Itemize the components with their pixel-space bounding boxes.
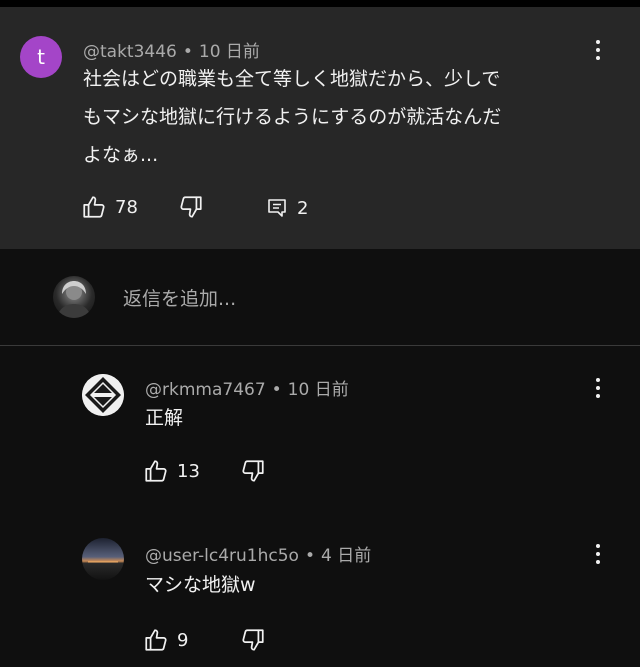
- thumbs-up-icon: [83, 196, 105, 218]
- more-options-icon[interactable]: [586, 542, 610, 566]
- author-handle[interactable]: @takt3446: [83, 42, 177, 62]
- comment-icon: [268, 199, 286, 217]
- reply-author-handle[interactable]: @user-lc4ru1hc5o: [145, 546, 299, 566]
- separator-dot: •: [182, 42, 193, 62]
- thumbs-up-icon: [145, 460, 167, 482]
- separator-dot: •: [271, 380, 282, 400]
- reply-like-count: 9: [177, 629, 189, 651]
- thumbs-up-icon: [145, 629, 167, 651]
- add-reply-row: [0, 249, 640, 346]
- reply-author-avatar[interactable]: [82, 538, 124, 580]
- user-avatar: [53, 276, 95, 318]
- reply-like-button[interactable]: 9: [143, 627, 188, 653]
- reply-header: @user-lc4ru1hc5o • 4 日前: [145, 541, 371, 566]
- reply-dislike-button[interactable]: [240, 627, 266, 653]
- reply-timestamp: 10 日前: [287, 380, 349, 400]
- reply-input[interactable]: 返信を追加...: [123, 284, 236, 311]
- more-options-icon[interactable]: [586, 376, 610, 400]
- reply-header: @rkmma7467 • 10 日前: [145, 375, 349, 400]
- sunset-avatar-image: [82, 538, 124, 580]
- user-avatar-image: [57, 281, 91, 318]
- thumbs-down-icon: [242, 460, 264, 482]
- timestamp: 10 日前: [198, 42, 260, 62]
- reply-like-button[interactable]: 13: [143, 458, 200, 484]
- more-options-icon[interactable]: [586, 38, 610, 62]
- logo-avatar-icon: [82, 374, 124, 416]
- reply-author-avatar[interactable]: [82, 374, 124, 416]
- reply-button[interactable]: 2: [265, 196, 308, 220]
- reply-like-count: 13: [177, 460, 200, 482]
- thumbs-down-icon: [242, 629, 264, 651]
- comment-line: もマシな地獄に行けるようにするのが就活なんだ: [83, 106, 502, 128]
- like-button[interactable]: 78: [81, 194, 138, 220]
- reply-count: 2: [297, 197, 309, 219]
- divider: [0, 345, 640, 346]
- comment-header: @takt3446 • 10 日前: [83, 37, 260, 62]
- reply-author-handle[interactable]: @rkmma7467: [145, 380, 266, 400]
- reply-text: 正解: [145, 407, 184, 429]
- thumbs-down-icon: [180, 196, 202, 218]
- comment-line: 社会はどの職業も全て等しく地獄だから、少しで: [83, 68, 501, 90]
- reply-timestamp: 4 日前: [320, 546, 372, 566]
- like-count: 78: [115, 196, 138, 218]
- dislike-button[interactable]: [178, 194, 204, 220]
- reply-dislike-button[interactable]: [240, 458, 266, 484]
- top-bar: [0, 0, 640, 7]
- reply-text: マシな地獄w: [145, 574, 256, 596]
- comment-line: よなぁ...: [83, 144, 159, 166]
- comment-text: 社会はどの職業も全て等しく地獄だから、少しで もマシな地獄に行けるようにするのが…: [83, 60, 501, 174]
- author-avatar[interactable]: t: [20, 36, 62, 78]
- separator-dot: •: [304, 546, 315, 566]
